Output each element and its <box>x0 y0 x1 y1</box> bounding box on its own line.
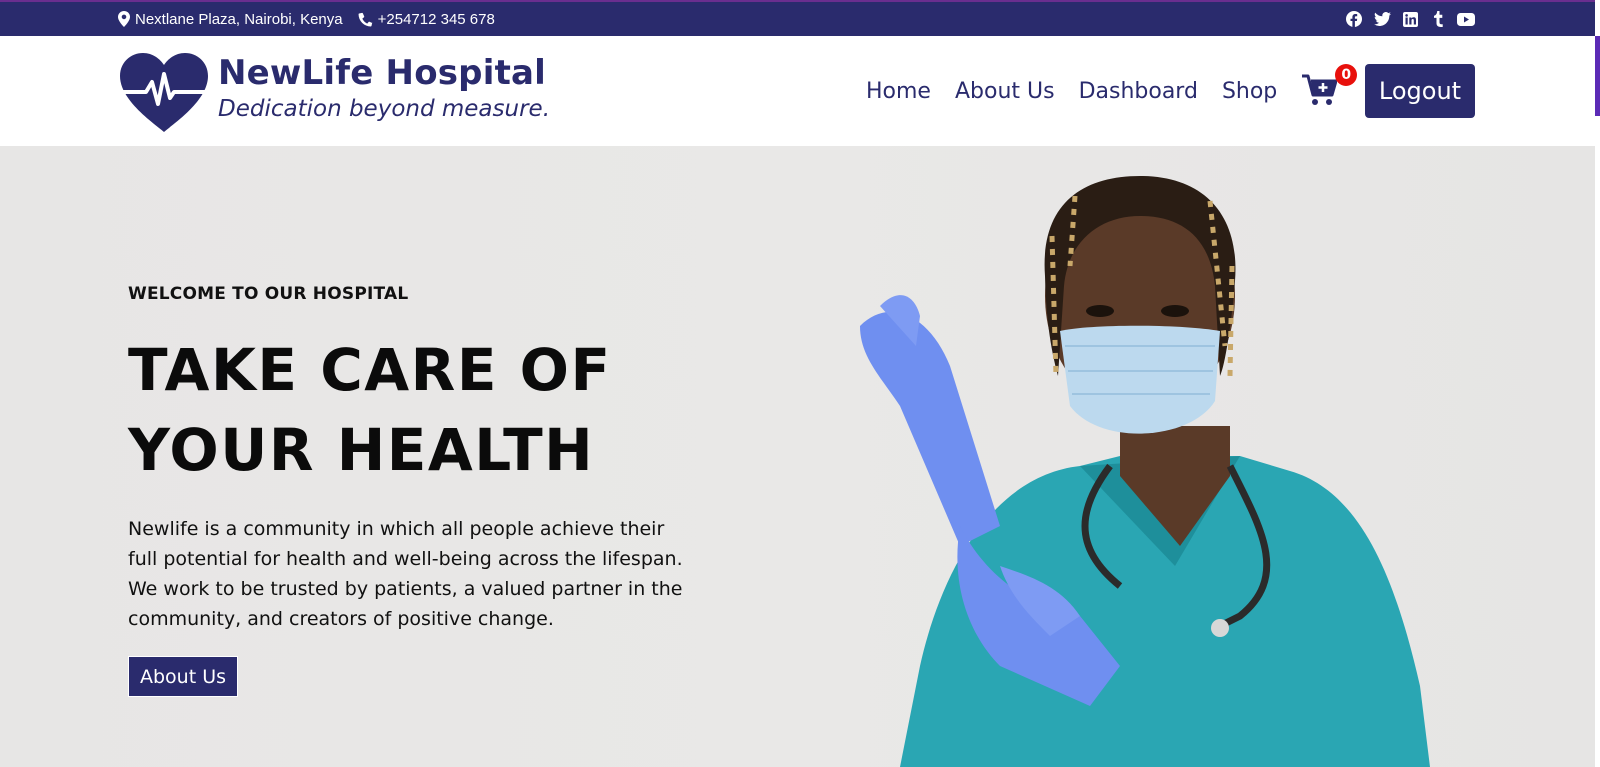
nav-dashboard[interactable]: Dashboard <box>1079 79 1198 104</box>
scrollbar[interactable] <box>1595 0 1600 767</box>
phone-item: +254712 345 678 <box>358 11 495 28</box>
heart-pulse-logo-icon <box>120 53 208 132</box>
hero-headline-line1: TAKE CARE OF <box>128 336 612 404</box>
facebook-icon[interactable] <box>1345 10 1363 28</box>
social-links <box>1345 2 1485 36</box>
brand-tagline: Dedication beyond measure. <box>218 96 551 122</box>
hero-headline-line2: YOUR HEALTH <box>128 416 595 484</box>
hero-text: WELCOME TO OUR HOSPITAL TAKE CARE OF YOU… <box>128 284 698 697</box>
brand-name: NewLife Hospital <box>218 53 547 93</box>
cart-count-badge: 0 <box>1335 64 1358 86</box>
logout-button[interactable]: Logout <box>1365 64 1475 118</box>
nav-shop[interactable]: Shop <box>1222 79 1277 104</box>
linkedin-icon[interactable] <box>1401 10 1419 28</box>
page: Nextlane Plaza, Nairobi, Kenya +254712 3… <box>0 0 1600 767</box>
hero-description: Newlife is a community in which all peop… <box>128 518 683 630</box>
hero-headline: TAKE CARE OF YOUR HEALTH <box>128 330 698 490</box>
cart-button[interactable]: 0 <box>1301 64 1358 109</box>
phone-icon <box>358 12 373 26</box>
contact-info: Nextlane Plaza, Nairobi, Kenya +254712 3… <box>118 2 510 36</box>
navbar: NewLife Hospital Dedication beyond measu… <box>0 36 1600 146</box>
twitter-icon[interactable] <box>1373 10 1391 28</box>
address-item: Nextlane Plaza, Nairobi, Kenya <box>118 11 343 28</box>
map-marker-icon <box>118 11 130 27</box>
nav-home[interactable]: Home <box>866 79 931 104</box>
address-text: Nextlane Plaza, Nairobi, Kenya <box>135 10 343 28</box>
main-nav: Home About Us Dashboard Shop 0 <box>866 36 1358 146</box>
brand[interactable]: NewLife Hospital Dedication beyond measu… <box>118 52 550 132</box>
phone-text: +254712 345 678 <box>377 10 495 28</box>
nav-about-us[interactable]: About Us <box>955 79 1055 104</box>
hero-section: WELCOME TO OUR HOSPITAL TAKE CARE OF YOU… <box>0 146 1600 767</box>
hero-eyebrow: WELCOME TO OUR HOSPITAL <box>128 284 409 304</box>
nurse-photo <box>860 176 1430 767</box>
top-bar: Nextlane Plaza, Nairobi, Kenya +254712 3… <box>0 0 1600 36</box>
scrollbar-thumb[interactable] <box>1595 36 1600 116</box>
cart-plus-icon <box>1302 74 1338 105</box>
brand-text: NewLife Hospital Dedication beyond measu… <box>218 52 550 132</box>
about-us-button[interactable]: About Us <box>128 656 239 697</box>
youtube-icon[interactable] <box>1457 10 1475 28</box>
tumblr-icon[interactable] <box>1429 10 1447 28</box>
